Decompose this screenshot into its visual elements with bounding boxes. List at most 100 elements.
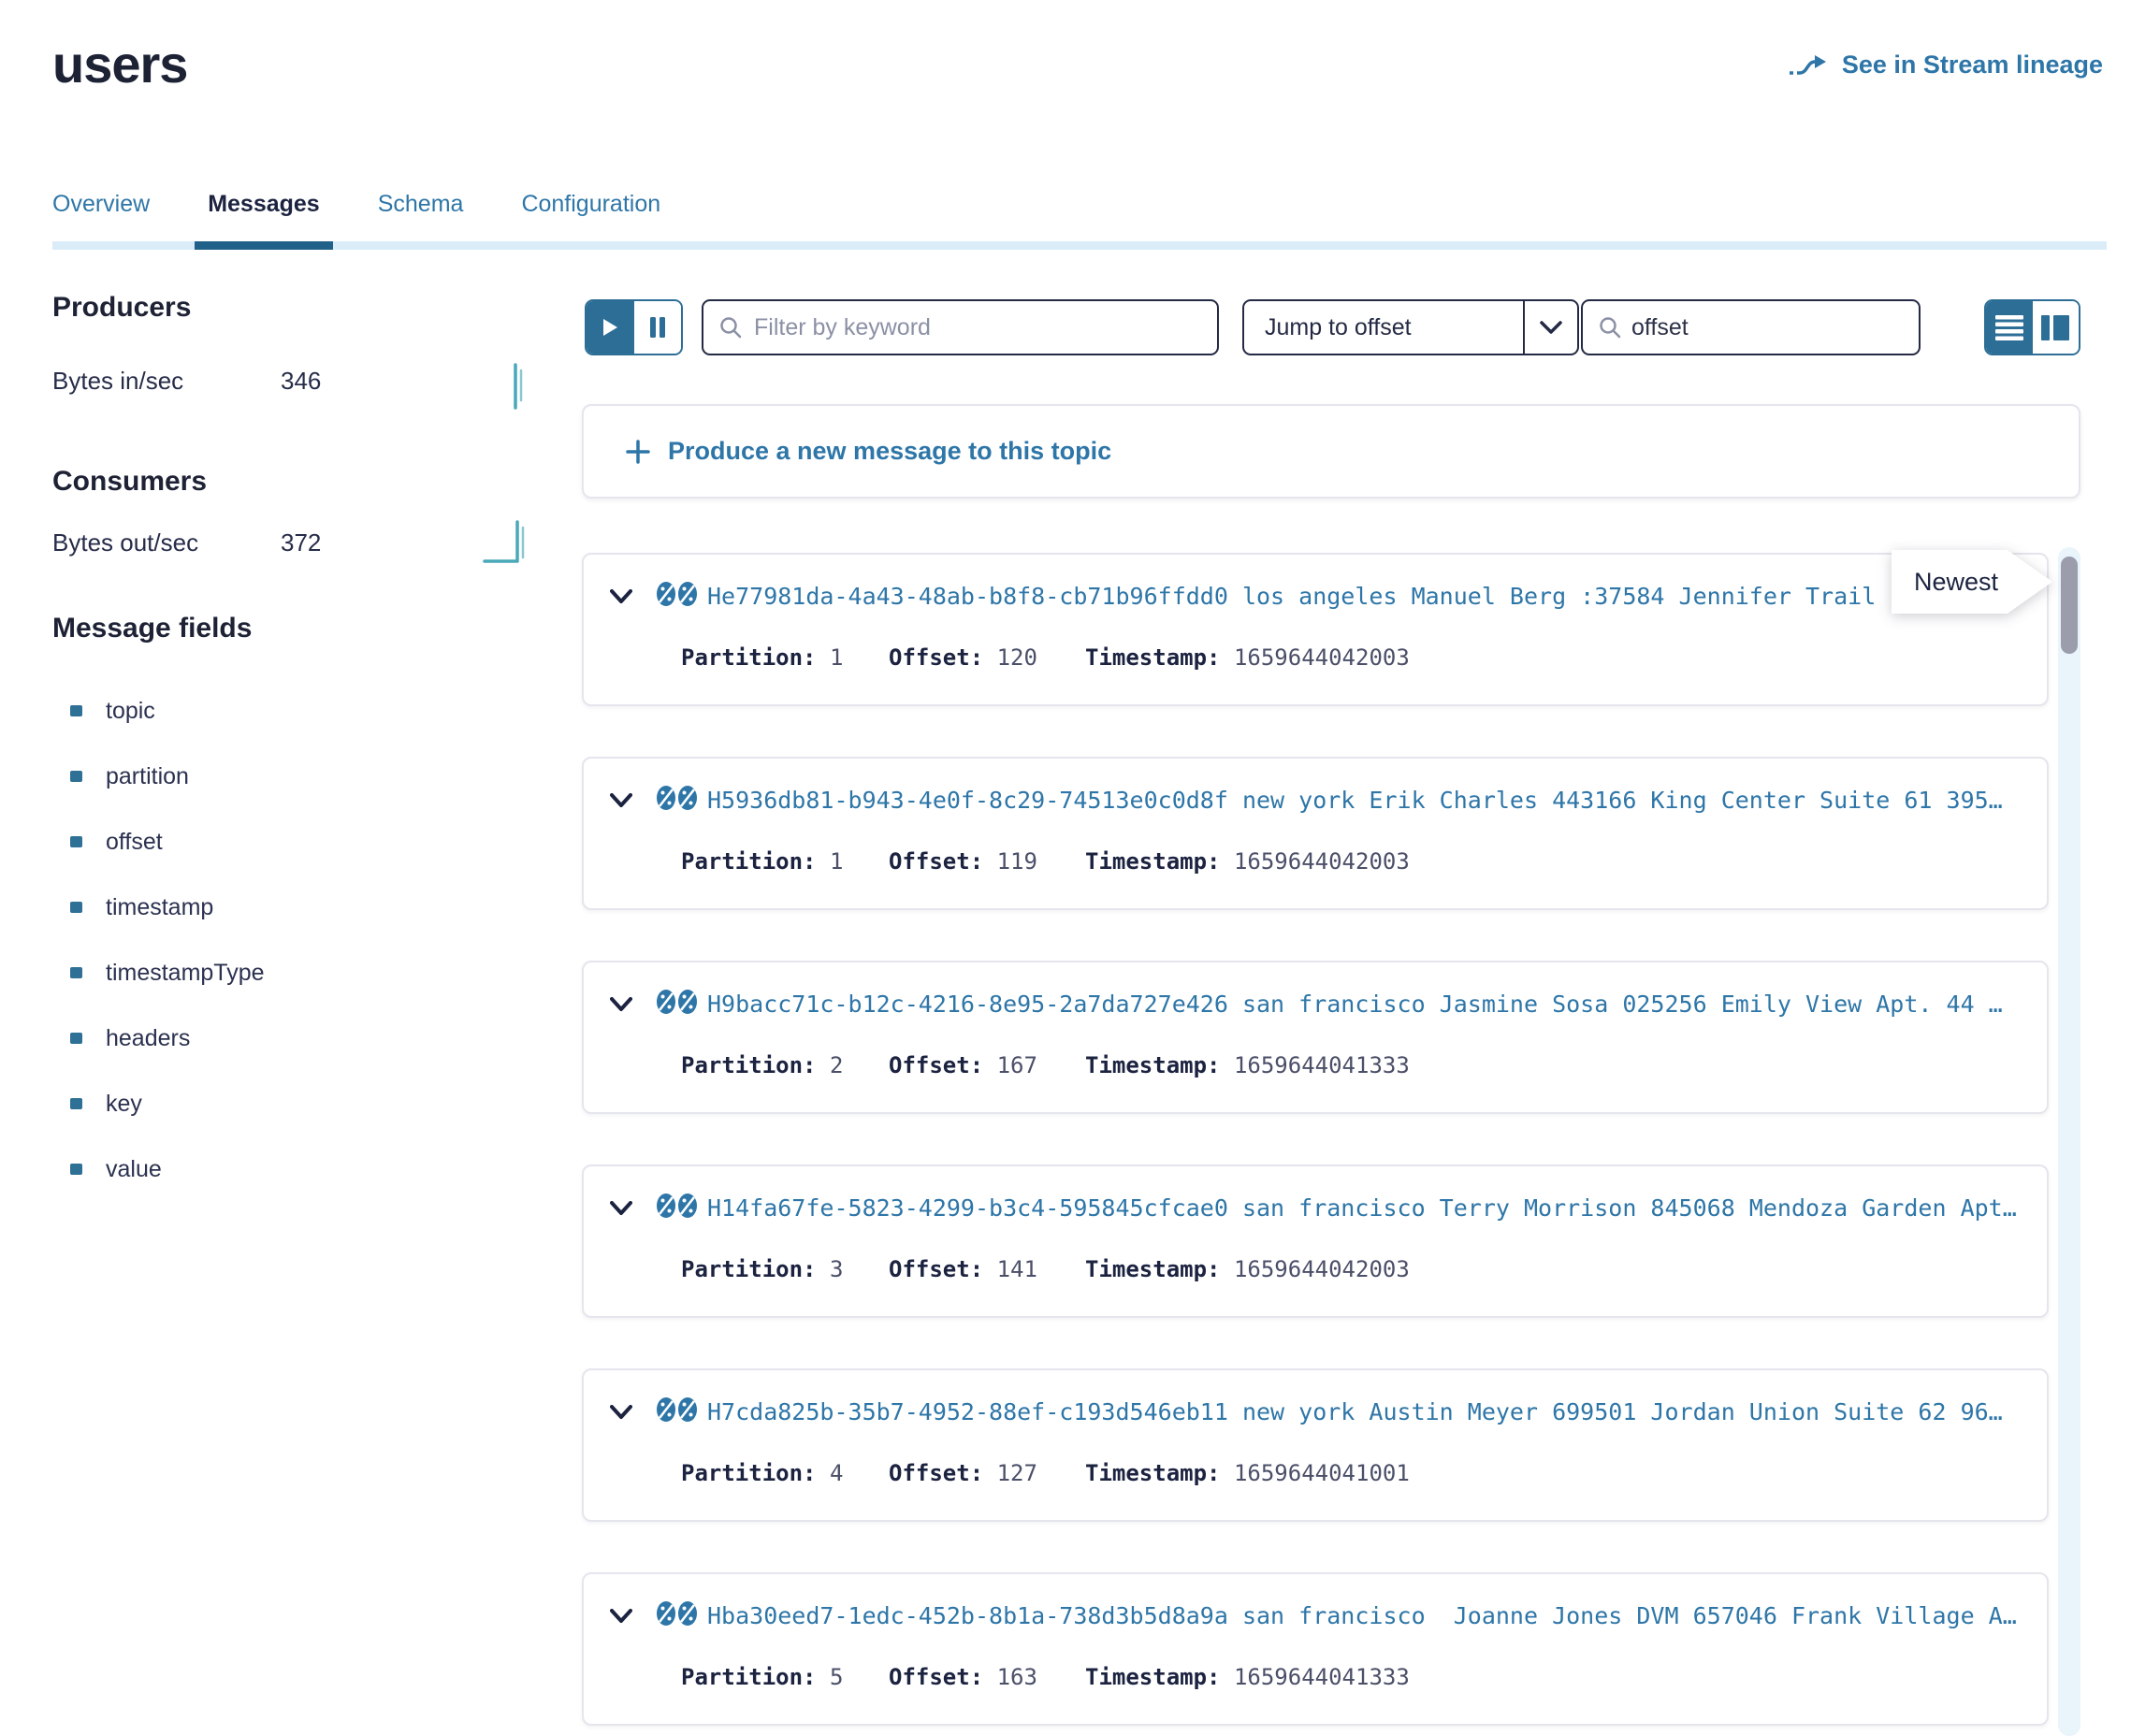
message-key: H9bacc71c-b12c-4216-8e95-2a7da727e426 sa… bbox=[707, 991, 2003, 1018]
timestamp-value: 1659644042003 bbox=[1234, 644, 1410, 671]
timestamp-value: 1659644042003 bbox=[1234, 848, 1410, 875]
tab-messages[interactable]: Messages bbox=[208, 191, 320, 241]
message-fields-list: topic partition offset timestamp timesta… bbox=[52, 678, 265, 1202]
key-icon bbox=[657, 1396, 698, 1427]
timestamp-label: Timestamp: bbox=[1085, 848, 1221, 875]
message-row[interactable]: H9bacc71c-b12c-4216-8e95-2a7da727e426 sa… bbox=[582, 961, 2049, 1114]
expand-chevron-icon[interactable] bbox=[610, 793, 632, 808]
message-key: H14fa67fe-5823-4299-b3c4-595845cfcae0 sa… bbox=[707, 1194, 2017, 1222]
offset-value: 127 bbox=[997, 1460, 1037, 1486]
newest-tooltip: Newest bbox=[1892, 550, 2052, 614]
field-item-partition[interactable]: partition bbox=[52, 744, 265, 809]
expand-chevron-icon[interactable] bbox=[610, 589, 632, 604]
scrollbar-thumb[interactable] bbox=[2061, 557, 2078, 654]
scrollbar-track[interactable] bbox=[2058, 547, 2080, 1736]
key-icon bbox=[657, 785, 698, 816]
offset-label: Offset: bbox=[889, 1052, 983, 1078]
list-view-icon bbox=[1995, 315, 2023, 340]
timestamp-value: 1659644042003 bbox=[1234, 1256, 1410, 1282]
newest-tooltip-label: Newest bbox=[1892, 550, 2052, 614]
tab-configuration[interactable]: Configuration bbox=[521, 191, 660, 241]
timestamp-label: Timestamp: bbox=[1085, 1664, 1221, 1690]
partition-value: 1 bbox=[830, 848, 843, 875]
partition-value: 3 bbox=[830, 1256, 843, 1282]
partition-value: 2 bbox=[830, 1052, 843, 1078]
produce-message-label: Produce a new message to this topic bbox=[668, 437, 1111, 466]
expand-chevron-icon[interactable] bbox=[610, 1405, 632, 1420]
field-item-value[interactable]: value bbox=[52, 1136, 265, 1202]
offset-label: Offset: bbox=[889, 1664, 983, 1690]
partition-label: Partition: bbox=[681, 848, 817, 875]
offset-label: Offset: bbox=[889, 1256, 983, 1282]
message-meta: Partition: 2 Offset: 167 Timestamp: 1659… bbox=[681, 1052, 1410, 1078]
live-playpause-toggle bbox=[585, 299, 683, 355]
tab-overview[interactable]: Overview bbox=[52, 191, 150, 241]
list-view-button[interactable] bbox=[1986, 301, 2033, 354]
play-button[interactable] bbox=[587, 301, 634, 354]
partition-label: Partition: bbox=[681, 1460, 817, 1486]
partition-value: 4 bbox=[830, 1460, 843, 1486]
partition-value: 1 bbox=[830, 644, 843, 671]
field-item-headers[interactable]: headers bbox=[52, 1005, 265, 1071]
search-icon bbox=[718, 315, 743, 340]
message-key: Hba30eed7-1edc-452b-8b1a-738d3b5d8a9a sa… bbox=[707, 1602, 2017, 1629]
pause-button[interactable] bbox=[634, 301, 682, 354]
timestamp-value: 1659644041333 bbox=[1234, 1052, 1410, 1078]
offset-value: 120 bbox=[997, 644, 1037, 671]
timestamp-label: Timestamp: bbox=[1085, 1052, 1221, 1078]
partition-label: Partition: bbox=[681, 644, 817, 671]
play-icon bbox=[602, 318, 618, 337]
field-item-timestamptype[interactable]: timestampType bbox=[52, 940, 265, 1005]
partition-label: Partition: bbox=[681, 1664, 817, 1690]
message-list: He77981da-4a43-48ab-b8f8-cb71b96ffdd0 lo… bbox=[582, 553, 2049, 1736]
offset-label: Offset: bbox=[889, 644, 983, 671]
partition-label: Partition: bbox=[681, 1256, 817, 1282]
message-row[interactable]: He77981da-4a43-48ab-b8f8-cb71b96ffdd0 lo… bbox=[582, 553, 2049, 706]
expand-chevron-icon[interactable] bbox=[610, 1609, 632, 1624]
jump-to-offset-select[interactable]: Jump to offset bbox=[1242, 299, 1579, 355]
consumers-sparkline bbox=[483, 514, 533, 571]
message-meta: Partition: 4 Offset: 127 Timestamp: 1659… bbox=[681, 1460, 1410, 1486]
bytes-in-label: Bytes in/sec bbox=[52, 367, 183, 396]
field-item-offset[interactable]: offset bbox=[52, 809, 265, 875]
key-icon bbox=[657, 1600, 698, 1631]
offset-label: Offset: bbox=[889, 1460, 983, 1486]
split-view-button[interactable] bbox=[2033, 301, 2080, 354]
offset-search-field bbox=[1581, 299, 1921, 355]
produce-message-button[interactable]: Produce a new message to this topic bbox=[582, 404, 2080, 499]
topic-page: users See in Stream lineage Overview Mes… bbox=[0, 0, 2131, 1736]
field-item-topic[interactable]: topic bbox=[52, 678, 265, 744]
filter-keyword-input[interactable] bbox=[754, 314, 1217, 341]
message-row[interactable]: H7cda825b-35b7-4952-88ef-c193d546eb11 ne… bbox=[582, 1368, 2049, 1522]
offset-value: 163 bbox=[997, 1664, 1037, 1690]
message-row[interactable]: H5936db81-b943-4e0f-8c29-74513e0c0d8f ne… bbox=[582, 757, 2049, 910]
message-fields-heading: Message fields bbox=[52, 613, 252, 644]
split-view-icon bbox=[2041, 315, 2069, 340]
tab-schema[interactable]: Schema bbox=[378, 191, 464, 241]
field-item-timestamp[interactable]: timestamp bbox=[52, 875, 265, 940]
lineage-arrow-icon bbox=[1788, 51, 1829, 80]
search-icon bbox=[1598, 315, 1622, 340]
consumers-heading: Consumers bbox=[52, 466, 207, 498]
expand-chevron-icon[interactable] bbox=[610, 997, 632, 1012]
timestamp-label: Timestamp: bbox=[1085, 1256, 1221, 1282]
bytes-out-value: 372 bbox=[281, 528, 321, 557]
offset-value: 167 bbox=[997, 1052, 1037, 1078]
message-row[interactable]: Hba30eed7-1edc-452b-8b1a-738d3b5d8a9a sa… bbox=[582, 1572, 2049, 1726]
offset-value: 141 bbox=[997, 1256, 1037, 1282]
offset-input[interactable] bbox=[1631, 314, 1919, 341]
message-row[interactable]: H14fa67fe-5823-4299-b3c4-595845cfcae0 sa… bbox=[582, 1165, 2049, 1318]
field-item-key[interactable]: key bbox=[52, 1071, 265, 1136]
pause-icon bbox=[649, 317, 666, 338]
message-meta: Partition: 1 Offset: 119 Timestamp: 1659… bbox=[681, 848, 1410, 875]
chevron-down-icon bbox=[1525, 321, 1577, 335]
producers-heading: Producers bbox=[52, 292, 191, 324]
plus-icon bbox=[625, 439, 651, 465]
tab-underline-track bbox=[52, 241, 2107, 250]
key-icon bbox=[657, 581, 698, 612]
bytes-in-value: 346 bbox=[281, 367, 321, 396]
filter-field bbox=[702, 299, 1219, 355]
stream-lineage-link[interactable]: See in Stream lineage bbox=[1788, 51, 2103, 80]
partition-label: Partition: bbox=[681, 1052, 817, 1078]
expand-chevron-icon[interactable] bbox=[610, 1201, 632, 1216]
